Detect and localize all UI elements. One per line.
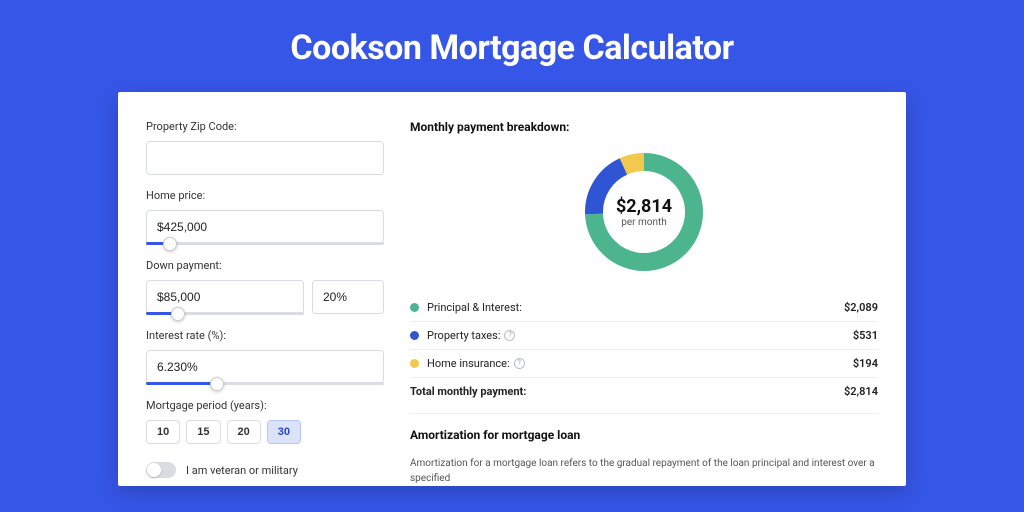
- home-price-label: Home price:: [146, 189, 384, 202]
- down-payment-input[interactable]: [146, 280, 304, 314]
- home-price-slider-thumb[interactable]: [163, 237, 177, 251]
- amortization-section: Amortization for mortgage loan Amortizat…: [410, 413, 878, 486]
- period-field-group: Mortgage period (years): 1015 2030: [146, 399, 384, 444]
- veteran-toggle-row: I am veteran or military: [146, 462, 384, 478]
- home-price-input[interactable]: [146, 210, 384, 244]
- interest-slider[interactable]: [146, 382, 384, 385]
- amortization-heading: Amortization for mortgage loan: [410, 428, 878, 442]
- legend-value: $2,089: [844, 301, 878, 314]
- total-row: Total monthly payment: $2,814: [410, 377, 878, 405]
- legend-row: Principal & Interest:$2,089: [410, 294, 878, 321]
- zip-label: Property Zip Code:: [146, 120, 384, 133]
- legend-dot-icon: [410, 303, 419, 312]
- total-value: $2,814: [844, 385, 878, 398]
- down-payment-slider[interactable]: [146, 312, 304, 315]
- info-icon[interactable]: ?: [514, 358, 525, 369]
- period-option-15[interactable]: 15: [186, 420, 220, 444]
- down-payment-slider-thumb[interactable]: [171, 307, 185, 321]
- zip-input[interactable]: [146, 141, 384, 175]
- zip-field-group: Property Zip Code:: [146, 120, 384, 175]
- legend-value: $531: [853, 329, 878, 342]
- legend-row: Home insurance:?$194: [410, 349, 878, 377]
- veteran-toggle[interactable]: [146, 462, 176, 478]
- donut-chart: $2,814 per month: [580, 148, 708, 276]
- calculator-card: Property Zip Code: Home price: Down paym…: [118, 92, 906, 486]
- donut-sub: per month: [621, 217, 667, 228]
- period-option-30[interactable]: 30: [267, 420, 301, 444]
- form-column: Property Zip Code: Home price: Down paym…: [146, 120, 384, 486]
- total-label: Total monthly payment:: [410, 385, 844, 398]
- breakdown-column: Monthly payment breakdown: $2,814 per mo…: [410, 120, 878, 486]
- period-option-10[interactable]: 10: [146, 420, 180, 444]
- legend-dot-icon: [410, 331, 419, 340]
- legend-dot-icon: [410, 359, 419, 368]
- veteran-label: I am veteran or military: [186, 464, 298, 477]
- legend-label: Property taxes:?: [427, 329, 853, 342]
- breakdown-heading: Monthly payment breakdown:: [410, 120, 878, 134]
- down-payment-pct-input[interactable]: [312, 280, 384, 314]
- legend-row: Property taxes:?$531: [410, 321, 878, 349]
- interest-field-group: Interest rate (%):: [146, 329, 384, 385]
- interest-slider-fill: [146, 382, 217, 385]
- period-label: Mortgage period (years):: [146, 399, 384, 412]
- legend-value: $194: [853, 357, 878, 370]
- page-title: Cookson Mortgage Calculator: [0, 0, 1024, 92]
- interest-label: Interest rate (%):: [146, 329, 384, 342]
- veteran-toggle-knob: [147, 463, 161, 477]
- interest-input[interactable]: [146, 350, 384, 384]
- donut-chart-wrap: $2,814 per month: [410, 148, 878, 276]
- amortization-text: Amortization for a mortgage loan refers …: [410, 456, 878, 486]
- down-payment-field-group: Down payment:: [146, 259, 384, 315]
- period-option-20[interactable]: 20: [227, 420, 261, 444]
- legend-label: Principal & Interest:: [427, 301, 844, 314]
- interest-slider-thumb[interactable]: [210, 377, 224, 391]
- donut-amount: $2,814: [616, 196, 672, 217]
- info-icon[interactable]: ?: [504, 330, 515, 341]
- home-price-field-group: Home price:: [146, 189, 384, 245]
- legend-label: Home insurance:?: [427, 357, 853, 370]
- down-payment-label: Down payment:: [146, 259, 384, 272]
- home-price-slider[interactable]: [146, 242, 384, 245]
